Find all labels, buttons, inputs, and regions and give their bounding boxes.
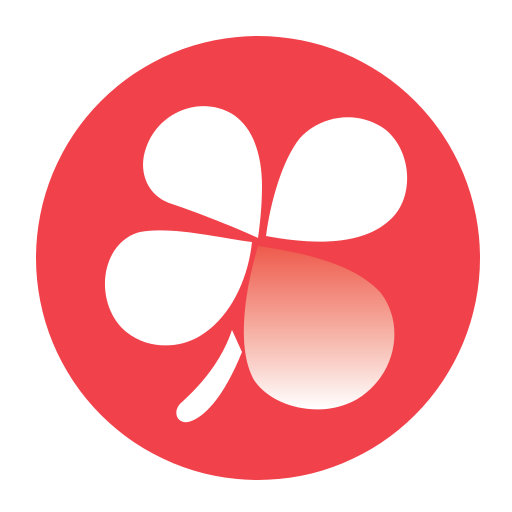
app-logo — [0, 0, 512, 512]
four-leaf-clover-icon — [36, 36, 480, 480]
